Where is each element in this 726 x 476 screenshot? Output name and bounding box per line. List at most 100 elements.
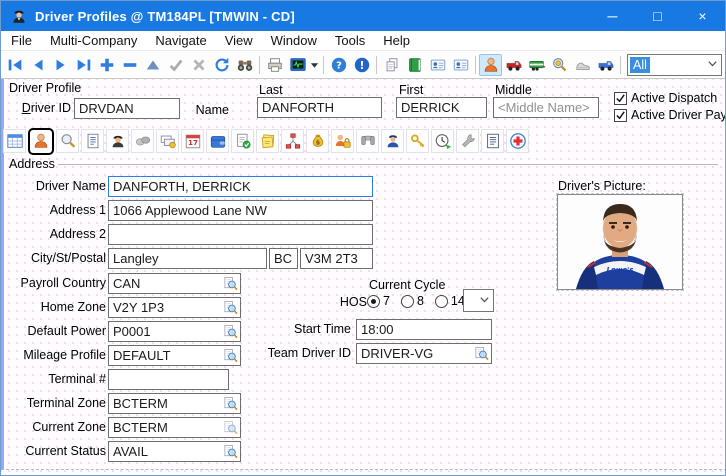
current-zone-input[interactable] [113,420,223,435]
address1-input[interactable] [113,203,370,218]
employee-card-icon[interactable] [449,54,472,76]
address2-field-box [108,224,373,245]
driver-profile-icon[interactable] [28,128,54,155]
about-icon[interactable]: ! [350,54,373,76]
menu-tools[interactable]: Tools [326,31,374,51]
key-icon[interactable] [406,129,429,153]
find-icon[interactable] [233,54,256,76]
hos-cycle-combo[interactable] [463,289,494,312]
first-record-icon[interactable] [3,54,26,76]
chauffeur-icon[interactable] [106,129,129,153]
terminal-zone-lookup-icon[interactable] [223,396,238,411]
team-driver-id-lookup-icon[interactable] [474,346,489,361]
medical-icon[interactable] [506,129,529,153]
sticky-notes-icon[interactable] [256,129,279,153]
address2-input[interactable] [113,227,370,242]
hos-cycle-8-radio[interactable] [401,295,414,308]
middle-name-input[interactable] [498,100,596,115]
city-field-box [108,248,267,269]
carrier-icon[interactable] [594,54,617,76]
mileage-profile-input[interactable] [113,348,223,363]
trailer-icon[interactable] [525,54,548,76]
last-record-icon[interactable] [72,54,95,76]
minimize-button[interactable]: ─ [590,1,635,31]
copy-profile-icon[interactable] [380,54,403,76]
last-name-input[interactable] [262,100,379,115]
save-icon[interactable] [164,54,187,76]
add-record-icon[interactable] [95,54,118,76]
help-icon[interactable]: ? [327,54,350,76]
team-driver-id-input[interactable] [361,346,474,361]
network-icon[interactable] [281,129,304,153]
delete-record-icon[interactable] [118,54,141,76]
default-power-lookup-icon[interactable] [223,324,238,339]
state-input[interactable] [274,251,295,266]
menu-view[interactable]: View [216,31,262,51]
dropdown-arrow-icon[interactable] [309,54,320,76]
active-dispatch-checkbox[interactable]: Active Dispatch [614,91,717,105]
hos-cycle-7-radio[interactable] [367,295,380,308]
payroll-country-input[interactable] [113,276,223,291]
payroll-country-lookup-icon[interactable] [223,276,238,291]
triangle-up-icon[interactable] [141,54,164,76]
filter-combo[interactable]: All [627,54,722,76]
clock-icon[interactable] [431,129,454,153]
driver-icon[interactable] [479,54,502,76]
tractor-icon[interactable] [502,54,525,76]
start-time-input[interactable] [361,322,489,337]
wallet-icon[interactable] [206,129,229,153]
menu-help[interactable]: Help [374,31,419,51]
first-name-input[interactable] [401,100,484,115]
menu-window[interactable]: Window [262,31,326,51]
address-book-icon[interactable] [403,54,426,76]
current-zone-lookup-icon[interactable] [223,420,238,435]
current-status-lookup-icon[interactable] [223,444,238,459]
money-bag-icon[interactable]: $ [306,129,329,153]
next-record-icon[interactable] [49,54,72,76]
maximize-button[interactable]: □ [635,1,680,31]
wrench-icon[interactable] [456,129,479,153]
pay-grid-icon[interactable] [3,129,26,153]
profile-notes-icon[interactable] [81,129,104,153]
current-status-input[interactable] [113,444,223,459]
team-driver-id-label: Team Driver ID [241,343,351,364]
home-zone-lookup-icon[interactable] [223,300,238,315]
main-toolbar: ?! All [1,51,725,79]
hos-cycle-14-radio[interactable] [435,295,448,308]
report-icon[interactable] [481,129,504,153]
postal-field-box [300,248,373,269]
active-driver-pay-checkbox[interactable]: Active Driver Pay [614,108,726,122]
svg-text:?: ? [336,60,342,71]
menu-navigate[interactable]: Navigate [146,31,215,51]
handshake-icon[interactable] [131,129,154,153]
menu-file[interactable]: File [1,31,41,51]
user-lock-icon[interactable] [331,129,354,153]
officer-icon[interactable] [381,129,404,153]
previous-record-icon[interactable] [26,54,49,76]
driver-card-icon[interactable] [426,54,449,76]
shoe-icon[interactable] [571,54,594,76]
mileage-profile-lookup-icon[interactable] [223,348,238,363]
refresh-icon[interactable] [210,54,233,76]
terminal-zone-input[interactable] [113,396,223,411]
close-button[interactable]: × [680,1,725,31]
cancel-icon[interactable] [187,54,210,76]
driver-name-input[interactable] [113,179,370,194]
driver-id-input[interactable] [79,101,177,116]
search-icon[interactable] [56,129,79,153]
default-power-input[interactable] [113,324,223,339]
phone-icon[interactable] [356,129,379,153]
rate-search-icon[interactable] [548,54,571,76]
postal-input[interactable] [305,251,370,266]
menu-multi-company[interactable]: Multi-Company [41,31,146,51]
home-zone-input[interactable] [113,300,223,315]
chevron-down-icon[interactable] [704,56,721,74]
pay-cards-icon[interactable] [156,129,179,153]
calendar-icon[interactable]: 17 [181,129,204,153]
middle-name-header: Middle [495,83,532,97]
print-icon[interactable] [263,54,286,76]
command-window-icon[interactable] [286,54,309,76]
approved-doc-icon[interactable] [231,129,254,153]
city-input[interactable] [113,251,264,266]
terminal-number-input[interactable] [113,372,226,387]
